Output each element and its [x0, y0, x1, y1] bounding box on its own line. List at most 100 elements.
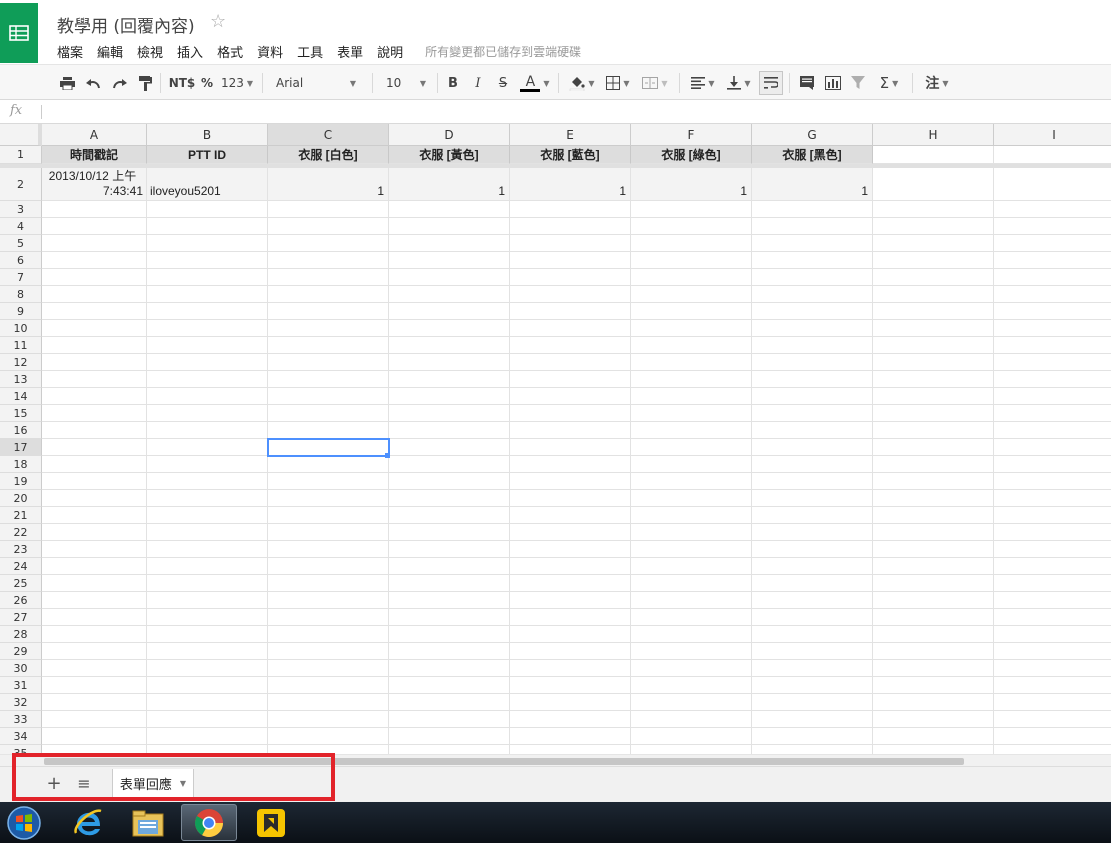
grid-cell[interactable] — [389, 677, 510, 694]
column-header-b[interactable]: B — [147, 124, 268, 146]
grid-cell[interactable] — [994, 146, 1111, 164]
grid-cell[interactable] — [42, 609, 147, 626]
grid-cell[interactable] — [752, 694, 873, 711]
grid-cell[interactable] — [873, 269, 994, 286]
grid-cell[interactable] — [389, 371, 510, 388]
grid-cell[interactable] — [42, 235, 147, 252]
grid-cell[interactable] — [268, 694, 389, 711]
grid-cell[interactable] — [147, 473, 268, 490]
grid-cell[interactable] — [873, 337, 994, 354]
grid-cell[interactable] — [631, 592, 752, 609]
grid-cell[interactable] — [42, 405, 147, 422]
grid-cell[interactable] — [994, 168, 1111, 201]
grid-cell[interactable] — [510, 269, 631, 286]
row-header-24[interactable]: 24 — [0, 558, 42, 575]
horizontal-align-dropdown[interactable]: ▼ — [686, 71, 720, 95]
grid-cell[interactable] — [389, 541, 510, 558]
grid-cell[interactable] — [631, 643, 752, 660]
grid-cell[interactable] — [631, 473, 752, 490]
grid-cell[interactable] — [873, 660, 994, 677]
grid-cell[interactable] — [147, 337, 268, 354]
chrome-icon[interactable] — [181, 804, 237, 841]
grid-cell[interactable] — [510, 439, 631, 456]
windows-start-icon[interactable] — [0, 804, 48, 841]
grid-cell[interactable] — [42, 677, 147, 694]
grid-cell[interactable] — [42, 660, 147, 677]
row-header-25[interactable]: 25 — [0, 575, 42, 592]
timestamp-cell[interactable]: 2013/10/12 上午 7:43:41 — [42, 168, 147, 201]
grid-cell[interactable] — [510, 643, 631, 660]
grid-cell[interactable] — [752, 320, 873, 337]
menu-help[interactable]: 說明 — [377, 42, 403, 61]
grid-cell[interactable] — [389, 269, 510, 286]
row-header-1[interactable]: 1 — [0, 146, 42, 164]
menu-insert[interactable]: 插入 — [177, 42, 203, 61]
grid-cell[interactable] — [510, 592, 631, 609]
document-title[interactable]: 教學用 (回覆內容) — [57, 12, 195, 37]
column-header-g[interactable]: G — [752, 124, 873, 146]
row-header-5[interactable]: 5 — [0, 235, 42, 252]
grid-cell[interactable] — [873, 388, 994, 405]
grid-cell[interactable] — [752, 609, 873, 626]
row-header-14[interactable]: 14 — [0, 388, 42, 405]
header-cell-black[interactable]: 衣服 [黑色] — [752, 146, 873, 164]
insert-chart-icon[interactable] — [822, 71, 844, 95]
row-header-26[interactable]: 26 — [0, 592, 42, 609]
grid-cell[interactable] — [994, 490, 1111, 507]
header-cell-white[interactable]: 衣服 [白色] — [268, 146, 389, 164]
grid-cell[interactable] — [42, 201, 147, 218]
grid-cell[interactable] — [631, 456, 752, 473]
grid-cell[interactable] — [510, 711, 631, 728]
grid-cell[interactable] — [268, 728, 389, 745]
italic-button[interactable]: I — [469, 71, 487, 95]
grid-cell[interactable] — [752, 711, 873, 728]
insert-comment-icon[interactable] — [797, 71, 817, 95]
grid-cell[interactable] — [42, 728, 147, 745]
grid-cell[interactable] — [752, 371, 873, 388]
grid-cell[interactable] — [873, 558, 994, 575]
grid-cell[interactable] — [994, 694, 1111, 711]
grid-cell[interactable] — [389, 422, 510, 439]
grid-cell[interactable] — [631, 303, 752, 320]
grid-cell[interactable] — [873, 235, 994, 252]
menu-file[interactable]: 檔案 — [57, 42, 83, 61]
grid-cell[interactable] — [752, 422, 873, 439]
grid-cell[interactable] — [631, 490, 752, 507]
grid-cell[interactable] — [631, 269, 752, 286]
grid-cell[interactable] — [510, 354, 631, 371]
grid-cell[interactable] — [873, 286, 994, 303]
grid-cell[interactable] — [994, 201, 1111, 218]
grid-cell[interactable] — [510, 235, 631, 252]
grid-cell[interactable] — [389, 609, 510, 626]
grid-cell[interactable] — [994, 337, 1111, 354]
app-launcher-icon[interactable] — [243, 804, 299, 841]
grid-cell[interactable] — [752, 660, 873, 677]
grid-cell[interactable] — [147, 286, 268, 303]
grid-cell[interactable] — [994, 473, 1111, 490]
grid-cell[interactable] — [268, 320, 389, 337]
grid-cell[interactable] — [268, 303, 389, 320]
grid-cell[interactable] — [752, 456, 873, 473]
grid-cell[interactable] — [994, 252, 1111, 269]
grid-cell[interactable] — [389, 711, 510, 728]
grid-cell[interactable] — [752, 728, 873, 745]
row-header-34[interactable]: 34 — [0, 728, 42, 745]
grid-cell[interactable] — [510, 405, 631, 422]
grid-cell[interactable] — [873, 507, 994, 524]
grid-cell[interactable] — [389, 558, 510, 575]
grid-cell[interactable] — [510, 490, 631, 507]
grid-cell[interactable] — [752, 252, 873, 269]
grid-cell[interactable] — [42, 490, 147, 507]
grid-cell[interactable] — [268, 643, 389, 660]
grid-cell[interactable] — [268, 507, 389, 524]
grid-cell[interactable] — [752, 269, 873, 286]
grid-cell[interactable] — [268, 201, 389, 218]
row-header-10[interactable]: 10 — [0, 320, 42, 337]
grid-cell[interactable] — [994, 303, 1111, 320]
grid-cell[interactable] — [510, 303, 631, 320]
grid-cell[interactable] — [389, 507, 510, 524]
grid-cell[interactable] — [873, 592, 994, 609]
grid-cell[interactable] — [42, 575, 147, 592]
grid-cell[interactable] — [631, 728, 752, 745]
grid-cell[interactable] — [389, 745, 510, 754]
